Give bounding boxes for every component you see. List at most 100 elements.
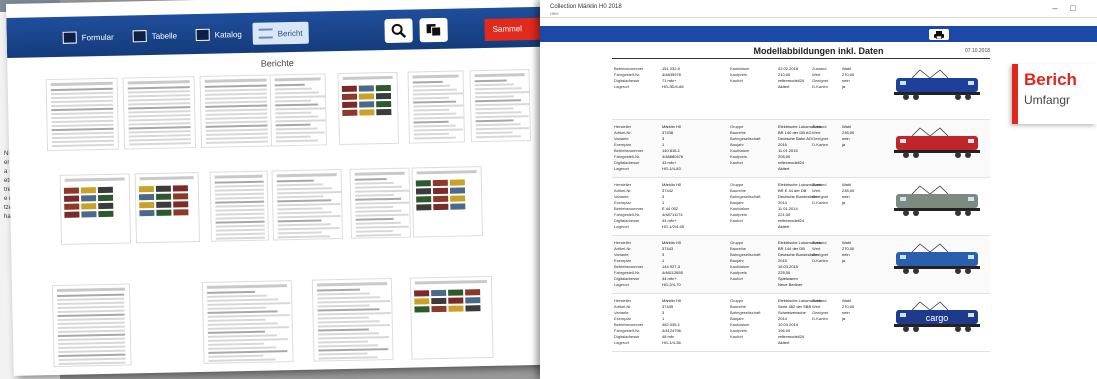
report-icon <box>258 28 273 39</box>
feature-callout: Berich Umfangr <box>1012 64 1097 124</box>
thumbnail-car <box>433 203 449 211</box>
thumbnail-car <box>342 101 358 108</box>
report-thumbnail[interactable] <box>469 69 531 143</box>
thumbnail-line <box>275 115 319 119</box>
thumbnail-line <box>276 183 324 187</box>
report-thumbnail[interactable] <box>134 172 201 244</box>
report-thumbnail[interactable] <box>51 283 132 368</box>
thumbnail-line <box>51 119 114 124</box>
report-thumbnail[interactable] <box>349 167 411 239</box>
report-thumbnail[interactable] <box>407 70 465 144</box>
thumbnail-line <box>205 96 267 100</box>
thumbnail-header <box>50 81 113 87</box>
thumbnail-header <box>214 174 263 179</box>
thumbnail-line <box>318 336 390 340</box>
report-thumbnail[interactable] <box>337 71 400 146</box>
minimize-icon[interactable]: – <box>1049 3 1061 13</box>
thumbnail-line <box>207 310 278 314</box>
window-titlebar: Collection Märklin H0 2018 HBfx – □ <box>540 0 1097 18</box>
thumbnail-car <box>375 84 391 92</box>
report-thumbnail[interactable] <box>199 74 274 148</box>
thumbnail-car <box>433 195 449 203</box>
thumbnail-car <box>376 100 392 108</box>
thumbnail-line <box>205 128 268 132</box>
thumbnail-line <box>317 300 391 304</box>
thumbnail-car <box>432 179 448 187</box>
detail-value: 3 <box>662 136 665 141</box>
thumbnail-line <box>317 312 391 316</box>
thumbnail-line <box>413 132 449 136</box>
detail-value: 4/48711174 <box>662 212 683 217</box>
thumbnail-line <box>128 142 191 146</box>
thumbnail-line <box>317 296 381 300</box>
report-thumbnail[interactable] <box>271 169 343 241</box>
app-toolbar: Formular Tabelle Katalog Bericht Sammel <box>6 6 548 58</box>
thumbnail-line <box>58 357 126 361</box>
search-button[interactable] <box>384 18 413 44</box>
detail-line: Aktiert <box>730 224 821 230</box>
report-thumbnail[interactable] <box>45 77 120 152</box>
detail-value: Spielwaren <box>778 276 798 281</box>
report-rows: Betriebsnummer 151 032-0 Fahrgestell-Nr. 4/… <box>612 62 990 352</box>
detail-value: 270,00 <box>842 72 855 77</box>
thumbnail-line <box>51 123 114 128</box>
thumbnail-rail-grid <box>339 82 398 119</box>
detail-value: Wahl <box>842 124 851 129</box>
detail-value: nein <box>842 194 850 199</box>
thumbnail-line <box>317 324 390 328</box>
tab-katalog[interactable]: Katalog <box>189 23 248 46</box>
form-icon <box>62 31 77 44</box>
tab-tabelle[interactable]: Tabelle <box>126 24 183 47</box>
detail-value: 235,00 <box>842 130 855 135</box>
detail-value: 225,00 <box>778 270 791 275</box>
detail-value: Aktiert <box>778 224 790 229</box>
report-thumbnail[interactable] <box>59 173 132 245</box>
locomotive-image <box>894 243 980 274</box>
thumbnail-line <box>413 112 457 116</box>
thumbnail-line <box>51 127 114 132</box>
maximize-icon[interactable]: □ <box>1067 3 1079 13</box>
copy-button[interactable] <box>419 17 448 43</box>
detail-value: 144 927-3 <box>662 264 681 269</box>
row-details-col1: Hersteller Märklin H0 Artikel-Nr. 37445 Vari… <box>614 298 681 346</box>
thumbnail-car <box>431 297 447 305</box>
thumbnail-car <box>341 85 357 92</box>
detail-value: Serie 482 der SBB <box>778 304 812 309</box>
detail-value: BR 144 der DB <box>778 246 805 251</box>
detail-value: 210,00 <box>778 72 791 77</box>
thumbnail-line <box>207 306 267 310</box>
thumbnail-car <box>64 203 80 210</box>
report-thumbnail[interactable] <box>122 76 197 150</box>
report-thumbnail[interactable] <box>311 277 394 362</box>
thumbnail-line <box>318 356 378 360</box>
thumbnail-line <box>51 99 113 104</box>
thumbnail-line <box>207 334 277 338</box>
detail-line: D-Karten ja <box>812 316 854 322</box>
report-thumbnail[interactable] <box>411 166 483 238</box>
detail-value: HG-3D/4-66 <box>662 84 684 89</box>
detail-value: 1 <box>662 142 665 147</box>
tab-formular[interactable]: Formular <box>56 26 119 49</box>
thumbnail-line <box>58 337 125 341</box>
tab-bericht[interactable]: Bericht <box>252 21 309 45</box>
thumbnail-line <box>277 235 331 239</box>
detail-value: reflexmodell24 <box>778 334 805 339</box>
print-button[interactable] <box>929 29 949 40</box>
thumbnail-line <box>58 341 126 345</box>
report-thumbnail[interactable] <box>209 170 270 242</box>
thumbnail-line <box>474 79 507 83</box>
detail-value: 4/48680476 <box>662 154 684 159</box>
thumbnail-line <box>51 135 114 140</box>
thumbnail-line <box>475 135 521 139</box>
thumbnail-line <box>128 114 190 118</box>
thumbnail-car <box>359 101 375 108</box>
thumbnail-line <box>277 231 322 235</box>
sammel-button[interactable]: Sammel <box>484 17 547 41</box>
report-thumbnail[interactable] <box>269 73 328 147</box>
thumbnail-car <box>448 297 464 304</box>
thumbnail-line <box>475 107 514 111</box>
report-thumbnail[interactable] <box>409 275 494 360</box>
thumbnail-car <box>173 193 189 200</box>
report-thumbnail[interactable] <box>201 280 294 364</box>
thumbnail-car <box>80 187 96 194</box>
